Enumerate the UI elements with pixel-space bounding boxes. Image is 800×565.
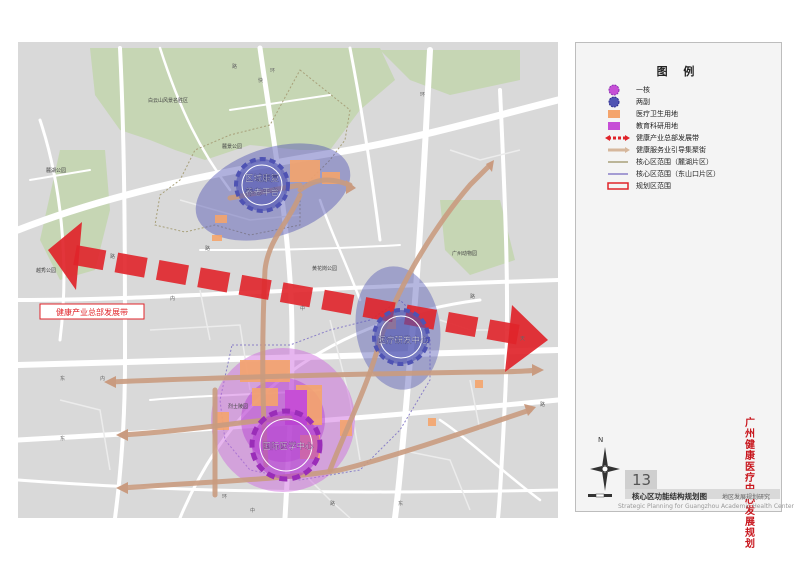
road-char: 环 xyxy=(270,68,275,74)
place-lujing-park: 麓景公园 xyxy=(222,143,242,150)
place-zoo: 广州动物园 xyxy=(452,250,477,257)
road-char: 天 xyxy=(520,336,525,342)
core-east-label: 医疗研发中心 xyxy=(377,335,429,346)
road-char: 路 xyxy=(205,245,210,252)
road-char: 快 xyxy=(258,77,263,84)
legend-item-service-street: 健康服务业引导集聚街 xyxy=(576,144,781,156)
legend-item-one-core: 一核 xyxy=(576,84,781,96)
road-char: 东 xyxy=(60,435,65,442)
plate-english-title: Strategic Planning for Guangzhou Academi… xyxy=(618,503,795,510)
place-lieshilingyuan: 烈士陵园 xyxy=(228,403,248,410)
legend-item-plan-area: 规划区范围 xyxy=(576,180,781,192)
road-char: 环 xyxy=(222,494,227,500)
place-luhu-park: 麓湖公园 xyxy=(46,167,66,174)
core-luhu-icon xyxy=(608,161,628,163)
plate-subtitle: 地区发展规划研究 xyxy=(722,494,771,501)
road-char: 东 xyxy=(398,500,403,507)
place-huanghuagang-park: 黄花岗公园 xyxy=(312,265,337,272)
compass-icon xyxy=(590,447,620,491)
road-char: 路 xyxy=(540,401,545,408)
scale-bar xyxy=(588,493,612,498)
side-title: 广 州 健 康 医 疗 中 心 发 展 规 划 xyxy=(745,418,755,550)
core-south-label: 国际医学中心 xyxy=(262,441,314,452)
legend-item-core-dongshankou: 核心区范围（东山口片区） xyxy=(576,168,781,180)
two-sub-icon xyxy=(608,96,620,108)
core-north-label-2: 养老平台 xyxy=(245,187,279,198)
plate-number: 13 xyxy=(632,471,652,489)
road-char: 中 xyxy=(300,305,305,312)
core-north-label-1: 区域康复 xyxy=(245,173,280,184)
north-label: N xyxy=(598,436,604,444)
core-dongshankou-icon xyxy=(608,173,628,175)
road-char: 路 xyxy=(232,63,237,70)
svg-text:健康产业总部发展带: 健康产业总部发展带 xyxy=(56,307,128,317)
place-baiyunshan: 白云山风景名胜区 xyxy=(148,97,188,104)
legend-item-education-land: 教育科研用地 xyxy=(576,120,781,132)
industry-belt-icon xyxy=(605,135,630,141)
plate-title: 核心区功能结构规划图 xyxy=(632,492,707,501)
road-char: 中 xyxy=(250,507,255,514)
plan-area-icon xyxy=(607,182,629,190)
road-char: 内 xyxy=(170,295,175,302)
one-core-icon xyxy=(608,84,620,96)
medical-land-icon xyxy=(608,110,620,118)
road-char: 环 xyxy=(420,92,425,98)
road-char: 内 xyxy=(100,375,105,382)
legend-item-core-luhu: 核心区范围（麓湖片区） xyxy=(576,156,781,168)
place-yuexiu-park: 越秀公园 xyxy=(36,267,56,274)
legend-title: 图 例 xyxy=(656,65,701,78)
north-core-ring xyxy=(234,157,290,213)
legend-item-industry-belt: 健康产业总部发展带 xyxy=(576,132,781,144)
education-land-icon xyxy=(608,122,620,130)
service-street-icon xyxy=(608,147,630,153)
road-char: 路 xyxy=(110,253,115,260)
legend-item-two-sub: 两副 xyxy=(576,96,781,108)
road-char: 路 xyxy=(330,500,335,507)
road-char: 东 xyxy=(60,375,65,382)
belt-label: 健康产业总部发展带 xyxy=(39,303,145,320)
road-char: 路 xyxy=(470,293,475,300)
legend-item-medical-land: 医疗卫生用地 xyxy=(576,108,781,120)
